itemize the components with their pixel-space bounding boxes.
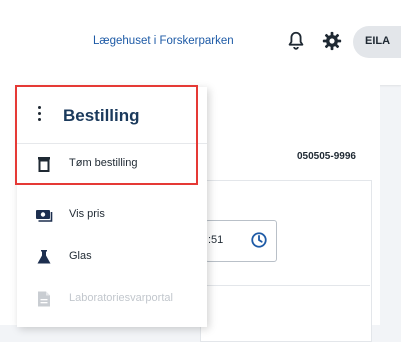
money-icon bbox=[36, 210, 53, 222]
menu-title: Bestilling bbox=[63, 106, 140, 125]
menu-item-label: Glas bbox=[69, 250, 92, 262]
menu-item-lab-portal: Laboratoriesvarportal bbox=[17, 279, 207, 319]
trash-icon bbox=[38, 157, 50, 172]
bell-icon[interactable] bbox=[285, 30, 307, 52]
content-divider bbox=[200, 285, 370, 286]
clock-icon[interactable] bbox=[250, 231, 268, 249]
file-icon bbox=[38, 291, 50, 307]
more-vertical-icon[interactable] bbox=[37, 106, 43, 124]
order-menu: Bestilling Tøm bestilling Vis pris Glas … bbox=[17, 87, 207, 327]
flask-icon bbox=[37, 250, 51, 264]
user-initials: EILA bbox=[365, 35, 391, 47]
menu-item-show-price[interactable]: Vis pris bbox=[17, 195, 207, 235]
clinic-name-link[interactable]: Lægehuset i Forskerparken bbox=[93, 35, 234, 47]
time-value: :51 bbox=[208, 234, 224, 246]
menu-item-label: Vis pris bbox=[69, 208, 105, 220]
patient-code: 050505-9996 bbox=[297, 151, 356, 162]
gear-icon[interactable] bbox=[321, 30, 343, 52]
time-field[interactable]: :51 bbox=[205, 220, 277, 262]
top-bar: Lægehuset i Forskerparken EILA bbox=[0, 0, 401, 85]
user-avatar[interactable]: EILA bbox=[353, 26, 401, 58]
menu-item-glass[interactable]: Glas bbox=[17, 237, 207, 277]
menu-item-label: Laboratoriesvarportal bbox=[69, 292, 173, 304]
menu-header: Bestilling bbox=[17, 87, 207, 143]
menu-item-label: Tøm bestilling bbox=[69, 157, 138, 169]
menu-item-clear-order[interactable]: Tøm bestilling bbox=[17, 144, 207, 184]
